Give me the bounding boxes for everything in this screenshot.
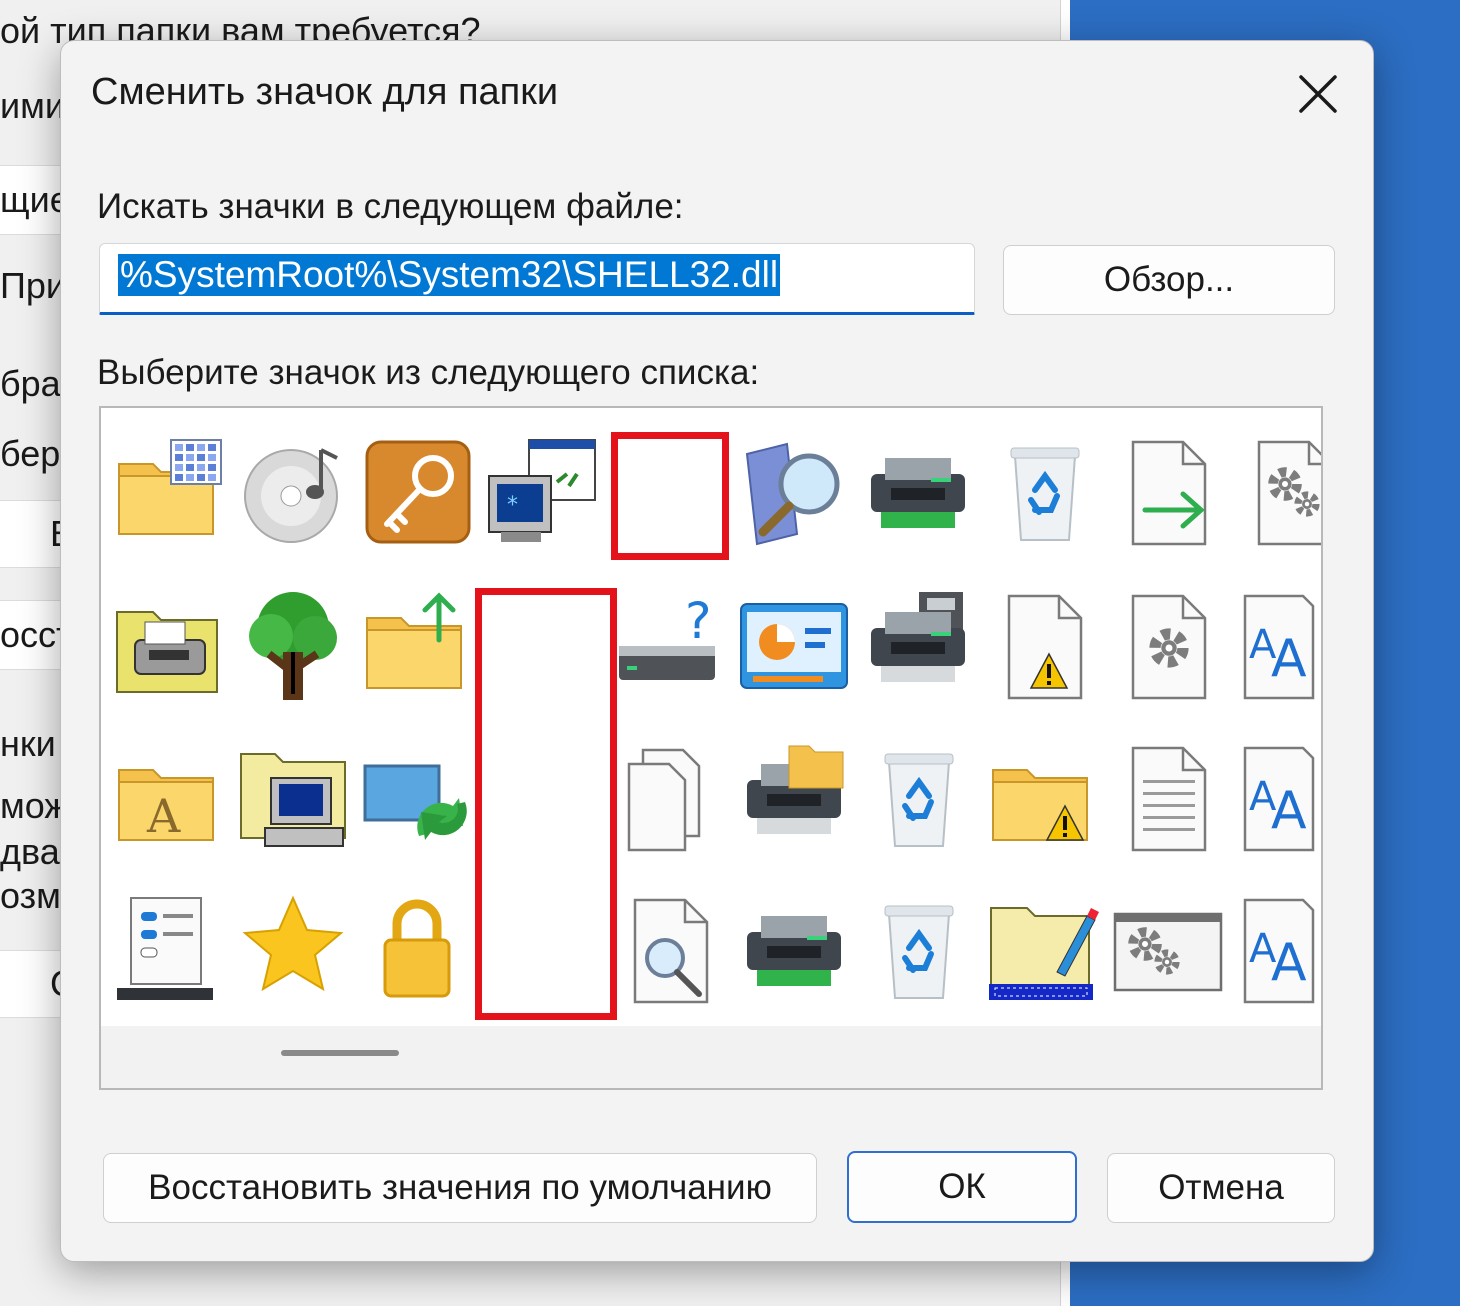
icon-cell[interactable] — [857, 888, 975, 1008]
icon-cell[interactable] — [983, 430, 1101, 550]
icon-cell[interactable] — [233, 888, 351, 1008]
icon-cell[interactable]: * — [481, 430, 599, 550]
icon-cell[interactable] — [109, 430, 227, 550]
icon-cell[interactable] — [1107, 736, 1225, 856]
text-file-icon — [1131, 746, 1207, 852]
folder-up-icon — [366, 592, 462, 689]
close-button[interactable] — [1273, 49, 1363, 139]
icon-file-path-input[interactable]: %SystemRoot%\System32\SHELL32.dll — [99, 243, 975, 315]
folder-edit-icon — [989, 907, 1099, 1000]
font-file-icon: AA — [1243, 898, 1315, 1004]
svg-text:A: A — [1271, 933, 1307, 993]
highlight-box — [475, 588, 617, 1020]
icon-cell[interactable] — [609, 888, 727, 1008]
icon-cell[interactable] — [733, 736, 851, 856]
icon-cell[interactable]: AA — [1233, 736, 1321, 856]
svg-text:A: A — [1271, 781, 1307, 841]
printer-icon — [871, 458, 965, 528]
icon-cell[interactable] — [733, 888, 851, 1008]
change-icon-dialog: Сменить значок для папки Искать значки в… — [60, 40, 1374, 1262]
recycle-bin-empty-icon — [884, 905, 954, 999]
printer-green-icon — [747, 916, 841, 986]
settings-file-icon — [1257, 440, 1321, 546]
cancel-button[interactable]: Отмена — [1107, 1153, 1335, 1223]
icon-cell[interactable] — [983, 888, 1101, 1008]
icon-cell[interactable] — [233, 736, 351, 856]
icon-list[interactable]: *? A A A A A A A — [99, 406, 1323, 1090]
icon-cell[interactable] — [733, 430, 851, 550]
browse-button[interactable]: Обзор... — [1003, 245, 1335, 315]
star-icon — [242, 895, 344, 992]
icon-cell[interactable] — [857, 584, 975, 704]
gear-file-icon — [1131, 594, 1207, 700]
file-warning-icon — [1007, 594, 1083, 700]
icon-cell[interactable] — [357, 430, 475, 550]
svg-text:*: * — [507, 493, 518, 518]
drive-unknown-icon: ? — [619, 592, 715, 680]
close-icon — [1299, 75, 1337, 113]
icon-cell[interactable]: AA — [1233, 584, 1321, 704]
file-arrow-icon — [1131, 440, 1207, 546]
icon-cell[interactable] — [357, 584, 475, 704]
font-file-icon: AA — [1243, 746, 1315, 852]
icon-cell[interactable] — [857, 736, 975, 856]
window-gear-icon — [1113, 912, 1223, 992]
scrollbar-thumb[interactable] — [281, 1050, 399, 1056]
icon-cell[interactable] — [109, 584, 227, 704]
icon-cell[interactable] — [233, 584, 351, 704]
icon-cell[interactable] — [109, 888, 227, 1008]
icon-list-label: Выберите значок из следующего списка: — [97, 353, 760, 392]
tree-icon — [249, 592, 337, 700]
icon-cell[interactable] — [1233, 430, 1321, 550]
svg-text:?: ? — [685, 592, 712, 650]
restore-defaults-button[interactable]: Восстановить значения по умолчанию — [103, 1153, 817, 1223]
icon-cell[interactable] — [609, 736, 727, 856]
font-folder-icon: A — [118, 769, 214, 843]
icon-cell[interactable] — [357, 888, 475, 1008]
control-panel-icon — [740, 603, 848, 689]
icon-cell[interactable] — [983, 736, 1101, 856]
cd-audio-icon — [244, 448, 338, 543]
icon-cell[interactable] — [733, 584, 851, 704]
icon-cell[interactable] — [357, 736, 475, 856]
horizontal-scrollbar[interactable] — [101, 1026, 1321, 1088]
recycle-bin-full-icon — [1010, 447, 1080, 541]
icon-cell[interactable] — [1107, 584, 1225, 704]
search-file-label: Искать значки в следующем файле: — [97, 187, 684, 226]
key-icon — [365, 440, 471, 544]
font-file-icon: AA — [1243, 594, 1315, 700]
dialog-title: Сменить значок для папки — [91, 71, 559, 113]
network-computer-icon: * — [488, 439, 596, 542]
svg-text:A: A — [146, 789, 181, 843]
folder-warning-icon — [992, 769, 1088, 841]
svg-text:A: A — [1271, 629, 1307, 689]
printer-folder2-icon — [747, 745, 844, 834]
server-list-icon — [117, 897, 213, 1000]
icon-cell[interactable]: AA — [1233, 888, 1321, 1008]
computer-folder-icon — [240, 753, 346, 847]
highlight-box — [611, 432, 729, 560]
icon-cell[interactable] — [233, 430, 351, 550]
folder-grid-icon — [118, 439, 222, 535]
icon-cell[interactable] — [857, 430, 975, 550]
lock-icon — [383, 899, 451, 998]
sync-monitor-icon — [363, 764, 467, 840]
file-search-icon — [633, 898, 709, 1004]
icon-file-path-value: %SystemRoot%\System32\SHELL32.dll — [118, 254, 781, 296]
copy-files-icon — [627, 748, 701, 852]
recycle-bin-icon — [884, 753, 954, 847]
icon-cell[interactable]: A — [109, 736, 227, 856]
icon-cell[interactable] — [1107, 888, 1225, 1008]
icon-cell[interactable]: ? — [609, 584, 727, 704]
ok-button[interactable]: ОК — [847, 1151, 1077, 1223]
printer-fax-icon — [871, 592, 965, 682]
printer-folder-icon — [116, 611, 218, 693]
icon-cell[interactable] — [983, 584, 1101, 704]
icon-cell[interactable] — [1107, 430, 1225, 550]
search-globe-icon — [745, 442, 840, 546]
